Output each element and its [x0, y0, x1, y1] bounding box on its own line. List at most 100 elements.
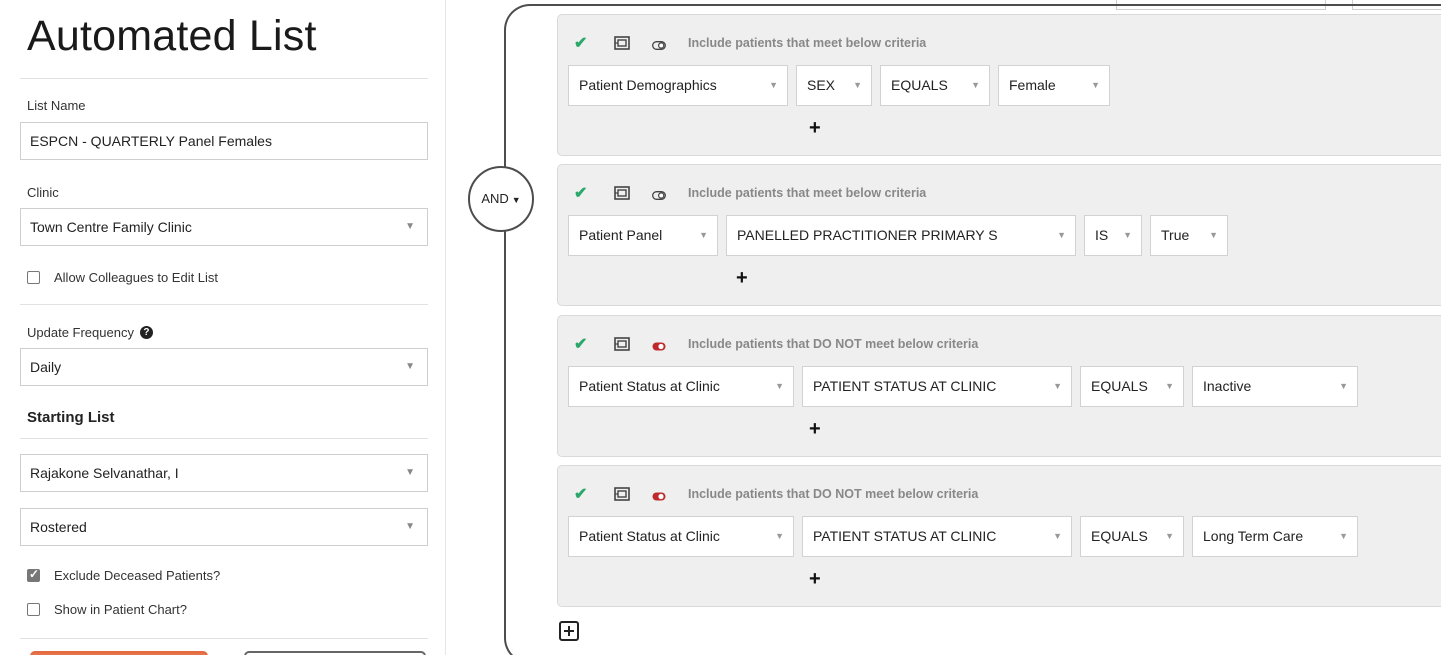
exclude-deceased-checkbox-row[interactable]: Exclude Deceased Patients? — [27, 567, 221, 583]
toggle-on-icon[interactable] — [652, 189, 666, 200]
caret-down-icon: ▼ — [511, 195, 521, 205]
criterion-operator-value: EQUALS — [891, 77, 948, 93]
criterion-value-select[interactable]: Long Term Care ▼ — [1192, 516, 1358, 557]
criterion-field-value: PATIENT STATUS AT CLINIC — [813, 378, 997, 394]
caret-down-icon: ▼ — [1053, 531, 1062, 541]
criterion-value: Female — [1009, 77, 1056, 93]
caret-down-icon: ▼ — [1091, 80, 1100, 90]
criterion-operator-select[interactable]: EQUALS ▼ — [1080, 366, 1184, 407]
caret-down-icon: ▼ — [775, 381, 784, 391]
criterion-category-select[interactable]: Patient Panel ▼ — [568, 215, 718, 256]
caret-down-icon: ▼ — [971, 80, 980, 90]
criterion-value-select[interactable]: Female ▼ — [998, 65, 1110, 106]
criterion-operator-select[interactable]: EQUALS ▼ — [880, 65, 990, 106]
caret-down-icon: ▼ — [1165, 531, 1174, 541]
list-name-label: List Name — [27, 98, 86, 113]
criterion-value-select[interactable]: Inactive ▼ — [1192, 366, 1358, 407]
update-frequency-label-row: Update Frequency ? — [27, 325, 153, 340]
allow-colleagues-checkbox[interactable] — [27, 271, 40, 284]
criterion-category-value: Patient Status at Clinic — [579, 528, 720, 544]
caret-down-icon: ▼ — [1057, 230, 1066, 240]
show-in-chart-checkbox[interactable] — [27, 603, 40, 616]
update-frequency-label: Update Frequency — [27, 325, 134, 340]
criterion-field-select[interactable]: PATIENT STATUS AT CLINIC ▼ — [802, 516, 1072, 557]
add-condition-plus-icon[interactable]: + — [809, 419, 821, 439]
add-condition-plus-icon[interactable]: + — [809, 569, 821, 589]
exclude-deceased-checkbox[interactable] — [27, 567, 40, 582]
frame-icon[interactable] — [614, 337, 630, 351]
group-operator-button[interactable]: AND ▼ — [468, 166, 534, 232]
check-icon[interactable]: ✔ — [574, 334, 590, 354]
caret-down-icon: ▼ — [405, 361, 415, 372]
criterion-value: True — [1161, 227, 1190, 243]
check-icon[interactable]: ✔ — [574, 33, 590, 53]
frame-icon[interactable] — [614, 36, 630, 50]
criterion-mode-text: Include patients that meet below criteri… — [688, 36, 927, 50]
save-button[interactable] — [30, 651, 208, 655]
criterion-card: ✔ Include patients that meet below crite… — [557, 164, 1441, 306]
criterion-mode-text: Include patients that DO NOT meet below … — [688, 487, 979, 501]
show-in-chart-checkbox-row[interactable]: Show in Patient Chart? — [27, 602, 187, 617]
caret-down-icon: ▼ — [769, 80, 778, 90]
update-frequency-select[interactable]: Daily ▼ — [20, 348, 428, 386]
caret-down-icon: ▼ — [1053, 381, 1062, 391]
criterion-fields: Patient Panel ▼ PANELLED PRACTITIONER PRI… — [568, 215, 1228, 256]
criterion-field-select[interactable]: PATIENT STATUS AT CLINIC ▼ — [802, 366, 1072, 407]
caret-down-icon: ▼ — [1209, 230, 1218, 240]
list-name-input[interactable]: ESPCN - QUARTERLY Panel Females — [20, 122, 428, 160]
caret-down-icon: ▼ — [1339, 381, 1348, 391]
practitioner-select[interactable]: Rajakone Selvanathar, I ▼ — [20, 454, 428, 492]
toggle-on-icon[interactable] — [652, 39, 666, 50]
criterion-value: Inactive — [1203, 378, 1252, 394]
criterion-card: ✔ Include patients that DO NOT meet belo… — [557, 315, 1441, 457]
criterion-category-value: Patient Panel — [579, 227, 663, 243]
criterion-mode-text: Include patients that meet below criteri… — [688, 186, 927, 200]
update-frequency-value: Daily — [30, 359, 62, 375]
cancel-button[interactable] — [244, 651, 426, 655]
criterion-field-value: SEX — [807, 77, 836, 93]
clinic-select-value: Town Centre Family Clinic — [30, 219, 192, 235]
clinic-label: Clinic — [27, 185, 59, 200]
add-condition-plus-icon[interactable]: + — [736, 268, 748, 288]
criterion-fields: Patient Status at Clinic ▼ PATIENT STATUS… — [568, 516, 1358, 557]
exclude-deceased-label: Exclude Deceased Patients? — [54, 568, 221, 583]
criterion-field-select[interactable]: SEX ▼ — [796, 65, 872, 106]
toggle-off-icon[interactable] — [652, 340, 666, 350]
criterion-header: ✔ Include patients that meet below crite… — [574, 33, 926, 53]
add-condition-plus-icon[interactable]: + — [809, 118, 821, 138]
criterion-value-select[interactable]: True ▼ — [1150, 215, 1228, 256]
show-in-chart-label: Show in Patient Chart? — [54, 602, 187, 617]
question-circle-icon[interactable]: ? — [139, 326, 153, 339]
criterion-card: ✔ Include patients that DO NOT meet belo… — [557, 465, 1441, 607]
criterion-mode-text: Include patients that DO NOT meet below … — [688, 337, 979, 351]
criterion-field-value: PATIENT STATUS AT CLINIC — [813, 528, 997, 544]
criterion-operator-select[interactable]: EQUALS ▼ — [1080, 516, 1184, 557]
criterion-category-select[interactable]: Patient Status at Clinic ▼ — [568, 366, 794, 407]
check-icon[interactable]: ✔ — [574, 183, 590, 203]
plus-square-icon[interactable] — [559, 621, 579, 641]
caret-down-icon: ▼ — [405, 221, 415, 232]
divider — [20, 438, 428, 439]
criterion-header: ✔ Include patients that DO NOT meet belo… — [574, 334, 978, 354]
criterion-operator-value: IS — [1095, 227, 1109, 243]
criterion-operator-value: EQUALS — [1091, 528, 1148, 544]
allow-colleagues-checkbox-row[interactable]: Allow Colleagues to Edit List — [27, 270, 218, 285]
criterion-card: ✔ Include patients that meet below crite… — [557, 14, 1441, 156]
criterion-operator-select[interactable]: IS ▼ — [1084, 215, 1142, 256]
criterion-header: ✔ Include patients that DO NOT meet belo… — [574, 484, 978, 504]
caret-down-icon: ▼ — [405, 521, 415, 532]
frame-icon[interactable] — [614, 186, 630, 200]
frame-icon[interactable] — [614, 487, 630, 501]
roster-status-select[interactable]: Rostered ▼ — [20, 508, 428, 546]
caret-down-icon: ▼ — [853, 80, 862, 90]
criterion-category-select[interactable]: Patient Demographics ▼ — [568, 65, 788, 106]
clinic-select[interactable]: Town Centre Family Clinic ▼ — [20, 208, 428, 246]
criterion-operator-value: EQUALS — [1091, 378, 1148, 394]
criterion-category-select[interactable]: Patient Status at Clinic ▼ — [568, 516, 794, 557]
check-icon[interactable]: ✔ — [574, 484, 590, 504]
divider — [20, 78, 428, 79]
criterion-field-select[interactable]: PANELLED PRACTITIONER PRIMARY S ▼ — [726, 215, 1076, 256]
caret-down-icon: ▼ — [775, 531, 784, 541]
criterion-category-value: Patient Status at Clinic — [579, 378, 720, 394]
toggle-off-icon[interactable] — [652, 490, 666, 500]
